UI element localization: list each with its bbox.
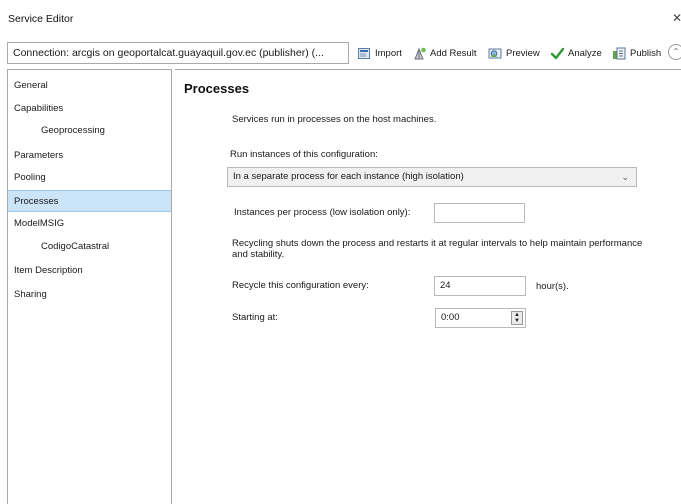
preview-button[interactable]: Preview [488,42,540,64]
sidebar-item-pooling[interactable]: Pooling [8,167,171,189]
recycle-interval-input[interactable]: 24 [434,276,526,296]
toolbar: Connection: arcgis on geoportalcat.guaya… [0,37,681,68]
close-icon[interactable]: ✕ [672,11,681,25]
recycle-label: Recycle this configuration every: [232,280,369,291]
instances-per-process-input[interactable] [434,203,525,223]
publish-icon [612,46,627,61]
time-spinner[interactable]: ▲ ▼ [511,311,523,325]
sidebar-item-general[interactable]: General [8,75,171,97]
sidebar-item-sharing[interactable]: Sharing [8,284,171,306]
analyze-button[interactable]: Analyze [550,42,602,64]
preview-label: Preview [506,47,540,59]
recycle-unit-label: hour(s). [536,281,569,292]
add-result-icon [412,46,427,61]
chevron-down-icon: ⌄ [621,172,629,182]
add-result-label: Add Result [430,47,477,59]
sidebar-item-item-description[interactable]: Item Description [8,260,171,282]
collapse-up-icon[interactable]: ⌃ [668,44,681,60]
instances-per-process-label: Instances per process (low isolation onl… [234,207,411,218]
add-result-button[interactable]: Add Result [412,42,476,64]
publish-label: Publish [630,47,662,59]
window-title: Service Editor [8,13,74,25]
sidebar-item-processes[interactable]: Processes [8,190,171,212]
sidebar-item-modelmsig[interactable]: ModelMSIG [8,213,171,235]
import-icon [357,46,372,61]
title-bar: Service Editor ✕ [0,0,681,34]
preview-icon [488,46,503,61]
processes-panel: Processes Services run in processes on t… [175,69,681,504]
sidebar-item-capabilities[interactable]: Capabilities [8,98,171,120]
recycling-note: Recycling shuts down the process and res… [232,238,643,260]
starting-at-label: Starting at: [232,312,278,323]
isolation-dropdown[interactable]: In a separate process for each instance … [227,167,637,187]
publish-button[interactable]: Publish [612,42,661,64]
isolation-dropdown-value: In a separate process for each instance … [233,171,464,182]
connection-field[interactable]: Connection: arcgis on geoportalcat.guaya… [7,42,349,64]
analyze-label: Analyze [568,47,602,59]
starting-time-value: 0:00 [441,312,460,323]
checkmark-icon [550,46,565,61]
import-button[interactable]: Import [357,42,402,64]
sidebar-item-codigocatastral[interactable]: CodigoCatastral [8,236,171,258]
sidebar: General Capabilities Geoprocessing Param… [7,69,172,504]
run-instances-label: Run instances of this configuration: [230,149,378,160]
sidebar-item-parameters[interactable]: Parameters [8,145,171,167]
service-editor-window: Service Editor ✕ Connection: arcgis on g… [0,0,681,504]
import-label: Import [375,47,402,59]
page-title: Processes [184,81,250,96]
starting-time-input[interactable]: 0:00 ▲ ▼ [435,308,526,328]
intro-text: Services run in processes on the host ma… [232,114,437,125]
sidebar-item-geoprocessing[interactable]: Geoprocessing [8,120,171,142]
